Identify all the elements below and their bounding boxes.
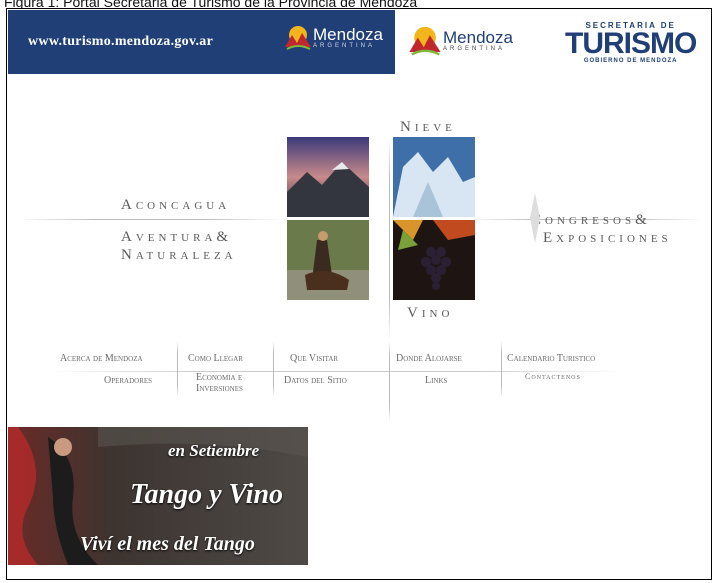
site-url[interactable]: www.turismo.mendoza.gov.ar bbox=[28, 34, 213, 50]
mendoza-logo-icon bbox=[409, 26, 441, 56]
mendoza-logo-text: Mendoza ARGENTINA bbox=[443, 27, 513, 52]
divider-left bbox=[17, 219, 282, 220]
diamond-ornament-icon bbox=[530, 193, 540, 243]
mendoza-logo-header[interactable]: Mendoza ARGENTINA bbox=[283, 23, 383, 51]
nav-operadores[interactable]: Operadores bbox=[104, 375, 152, 386]
menu-congresos-line1[interactable]: Congresos& bbox=[531, 212, 651, 229]
nav-divider-vertical-3 bbox=[389, 341, 390, 421]
menu-aventura-line1[interactable]: Aventura& bbox=[121, 229, 232, 246]
nieve-photo[interactable] bbox=[393, 137, 475, 217]
tango-banner[interactable]: en Setiembre Tango y Vino Viví el mes de… bbox=[8, 427, 308, 565]
nav-divider-vertical-1 bbox=[177, 341, 178, 397]
vino-photo[interactable] bbox=[393, 220, 475, 300]
banner-line2: Tango y Vino bbox=[130, 479, 284, 510]
nav-acerca-de-mendoza[interactable]: Acerca de Mendoza bbox=[60, 353, 143, 364]
divider-vertical bbox=[389, 139, 390, 339]
secretaria-turismo-logo[interactable]: SECRETARIA DE TURISMO GOBIERNO DE MENDOZ… bbox=[565, 21, 697, 64]
menu-aventura-line2[interactable]: Naturaleza bbox=[121, 247, 237, 264]
mendoza-logo-text: Mendoza ARGENTINA bbox=[313, 24, 383, 49]
nav-economia-line2[interactable]: Inversiones bbox=[196, 383, 243, 394]
banner-line1: en Setiembre bbox=[168, 441, 260, 460]
nav-como-llegar[interactable]: Como Llegar bbox=[188, 353, 243, 364]
nav-datos-del-sitio[interactable]: Datos del Sitio bbox=[284, 375, 347, 386]
screenshot-frame: www.turismo.mendoza.gov.ar Mendoza ARGEN… bbox=[6, 8, 712, 580]
mendoza-argentina-logo[interactable]: Mendoza ARGENTINA bbox=[407, 23, 513, 57]
aventura-photo[interactable] bbox=[287, 220, 369, 300]
nav-que-visitar[interactable]: Que Visitar bbox=[290, 353, 338, 364]
nav-calendario-turistico[interactable]: Calendario Turistico bbox=[507, 353, 595, 364]
nav-links[interactable]: Links bbox=[425, 375, 447, 386]
menu-aconcagua[interactable]: Aconcagua bbox=[121, 197, 230, 214]
nav-divider-vertical-2 bbox=[273, 341, 274, 397]
nav-contactenos[interactable]: Contactenos bbox=[525, 372, 581, 381]
menu-nieve[interactable]: Nieve bbox=[400, 119, 456, 136]
nav-divider-vertical-4 bbox=[501, 341, 502, 397]
menu-vino[interactable]: Vino bbox=[407, 305, 453, 322]
aconcagua-photo[interactable] bbox=[287, 137, 369, 217]
mendoza-logo-icon bbox=[285, 26, 311, 50]
menu-congresos-line2[interactable]: Exposiciones bbox=[543, 230, 672, 247]
nav-donde-alojarse[interactable]: Donde Alojarse bbox=[396, 353, 462, 364]
banner-line3: Viví el mes del Tango bbox=[80, 533, 255, 555]
nav-economia-line1[interactable]: Economia e bbox=[196, 372, 242, 383]
